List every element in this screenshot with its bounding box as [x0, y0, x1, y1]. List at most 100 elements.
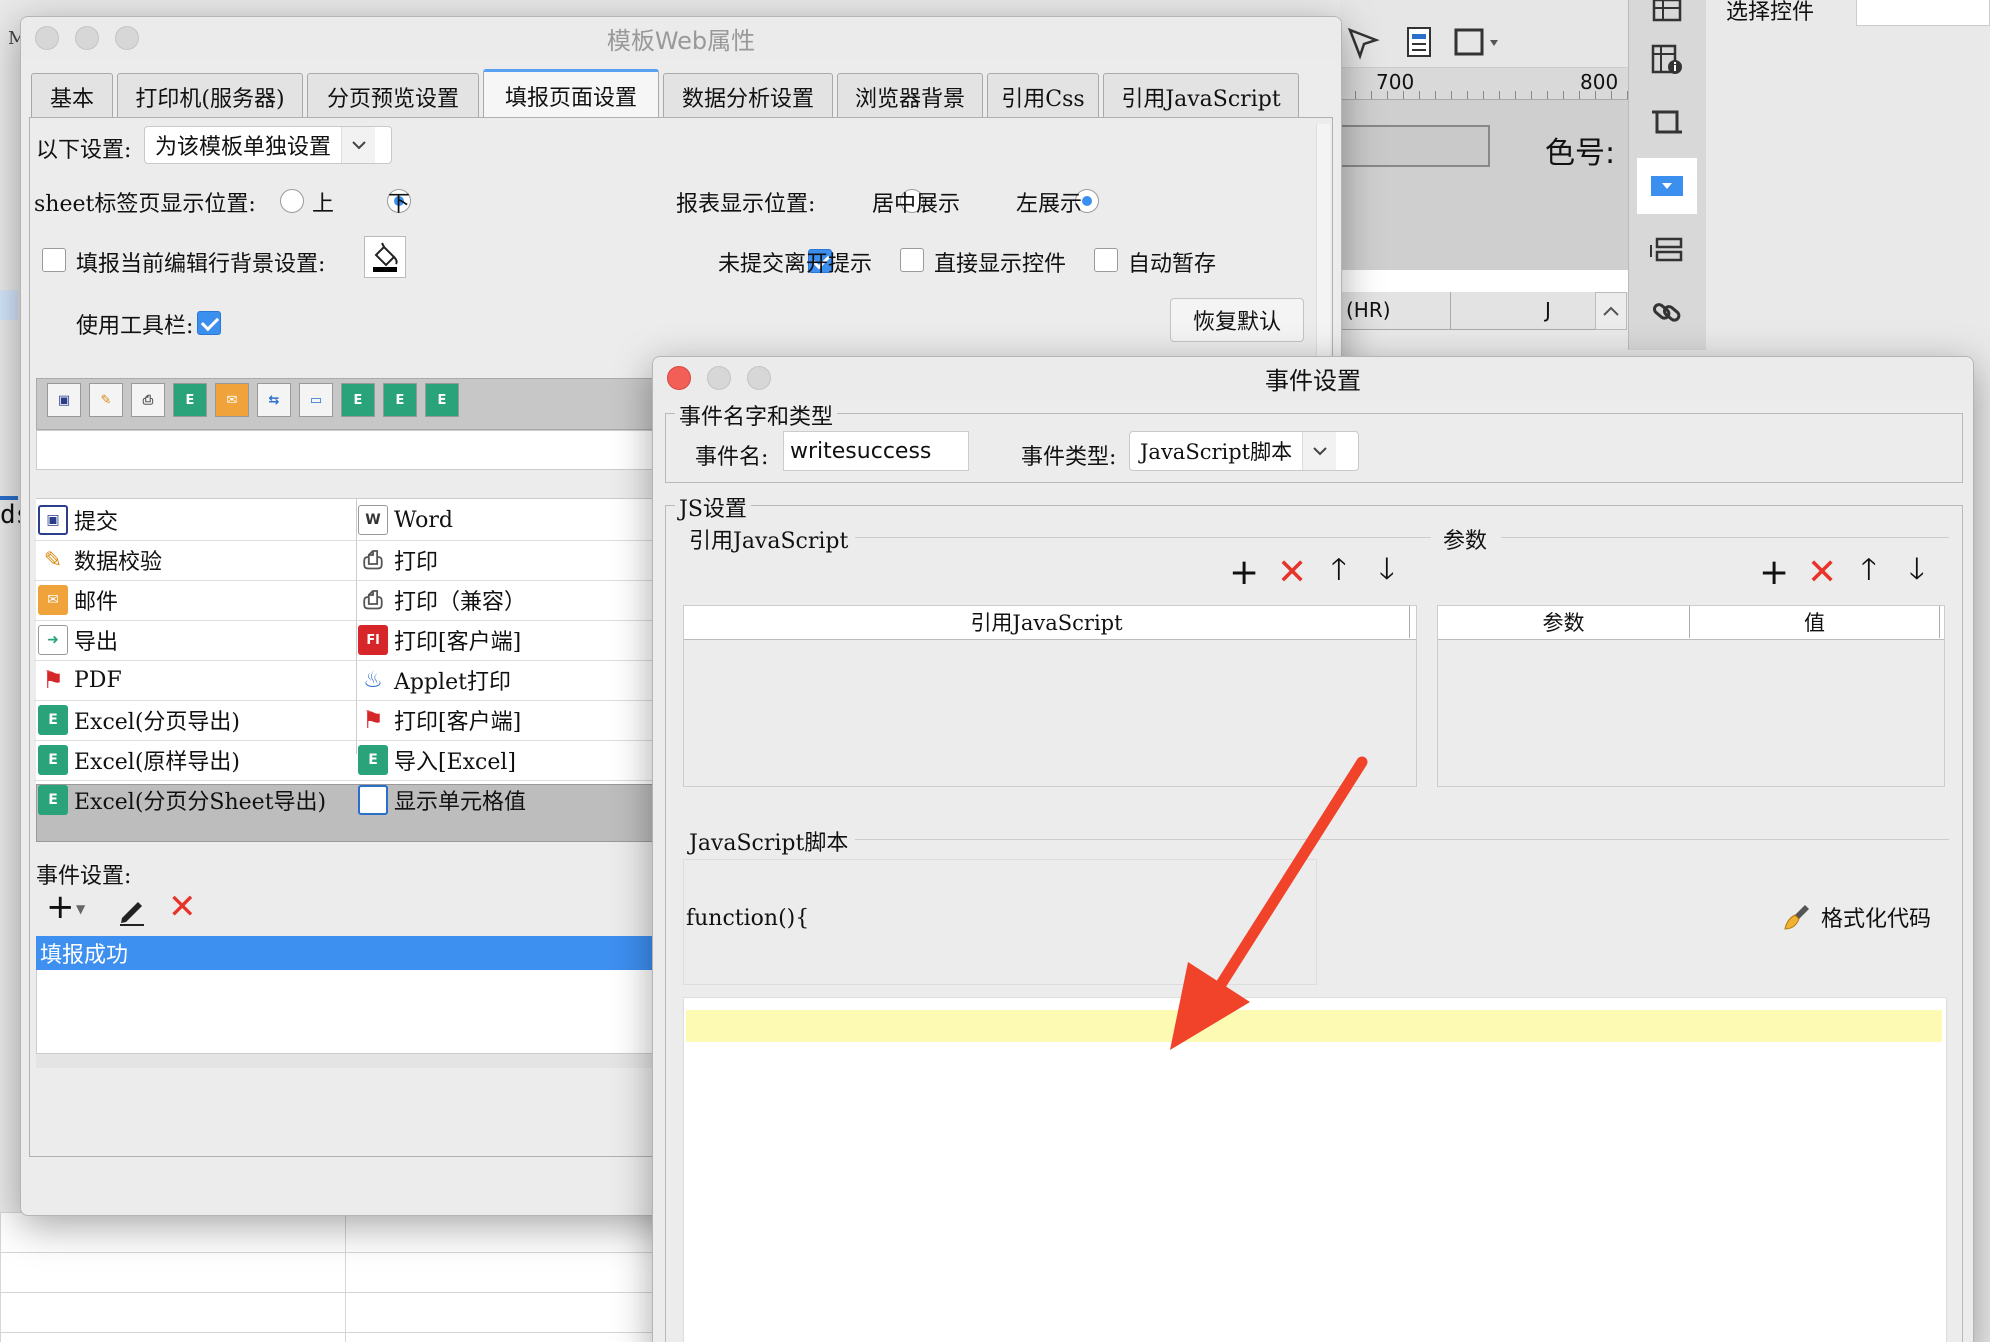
web-properties-titlebar: 模板Web属性 — [21, 17, 1341, 59]
close-button[interactable] — [35, 26, 59, 50]
add-param-button[interactable]: + — [1759, 555, 1789, 591]
pointer-tool-icon[interactable] — [1346, 26, 1380, 60]
tab-data-analysis[interactable]: 数据分析设置 — [663, 73, 833, 119]
toolbox-item-dropdown[interactable] — [1637, 158, 1697, 214]
script-label-underline — [855, 839, 1949, 840]
edit-event-icon[interactable] — [116, 894, 148, 926]
button-item-applet-print[interactable]: ♨ Applet打印 — [354, 664, 511, 696]
button-item-submit[interactable]: ▣ 提交 — [34, 504, 118, 536]
flash-print-icon: Fl — [358, 625, 388, 655]
select-widget-input[interactable] — [1856, 0, 1990, 26]
autosave-checkbox[interactable] — [1094, 248, 1118, 272]
column-hr-label: (HR) — [1346, 298, 1391, 322]
tab-label: 浏览器背景 — [854, 86, 965, 112]
left-edge-blue-strip — [0, 290, 18, 320]
button-item-label: Word — [394, 507, 453, 533]
button-item-excel-paged[interactable]: E Excel(分页导出) — [34, 704, 240, 736]
move-down-param-button[interactable]: 🡓 — [1909, 555, 1925, 585]
table-icon — [1652, 0, 1682, 22]
design-canvas[interactable]: 色号: — [1340, 100, 1630, 270]
export-icon: ➜ — [38, 625, 68, 655]
event-type-select[interactable]: JavaScript脚本 — [1129, 431, 1359, 471]
button-item-validate[interactable]: ✎ 数据校验 — [34, 544, 162, 576]
toolbox-item-frame[interactable] — [1637, 94, 1697, 150]
excel-icon[interactable]: E — [341, 383, 375, 417]
button-item-excel-original[interactable]: E Excel(原样导出) — [34, 744, 240, 776]
move-down-ref-js-button[interactable]: 🡓 — [1379, 555, 1395, 585]
button-item-print-client-flash[interactable]: Fl 打印[客户端] — [354, 624, 521, 656]
format-code-button[interactable]: 格式化代码 — [1783, 901, 1931, 933]
zoom-button[interactable] — [747, 366, 771, 390]
sheet-pos-top-radio[interactable] — [280, 189, 304, 213]
spreadsheet-grid[interactable] — [0, 1212, 670, 1342]
tab-page-preview[interactable]: 分页预览设置 — [307, 73, 479, 119]
excel-icon[interactable]: E — [425, 383, 459, 417]
button-item-print-client-pdf[interactable]: ⚑ 打印[客户端] — [354, 704, 521, 736]
event-name-input[interactable]: writesuccess — [783, 431, 969, 471]
value-column[interactable]: 值 — [1690, 606, 1940, 638]
scroll-up-button[interactable] — [1595, 292, 1627, 330]
show-widget-checkbox[interactable] — [900, 248, 924, 272]
frame-tool-icon[interactable] — [1452, 24, 1502, 60]
toolbox-item-list[interactable] — [1637, 222, 1697, 278]
button-item-excel-sheet[interactable]: E Excel(分页分Sheet导出) — [34, 784, 326, 816]
excel-icon: E — [38, 705, 68, 735]
row-background-checkbox[interactable] — [42, 248, 66, 272]
button-item-print[interactable]: ⎙ 打印 — [354, 544, 438, 576]
sheet-tab-position-label: sheet标签页显示位置: — [34, 192, 256, 217]
excel-icon[interactable]: E — [383, 383, 417, 417]
button-item-show-cell-value[interactable]: 显示单元格值 — [354, 784, 526, 816]
delete-ref-js-button[interactable]: ✕ — [1277, 555, 1307, 591]
print-icon[interactable]: ⎙ — [131, 383, 165, 417]
format-code-label: 格式化代码 — [1821, 907, 1932, 932]
left-edge-selection-bar — [0, 496, 18, 500]
event-dialog-titlebar: 事件设置 — [653, 357, 1973, 399]
param-column[interactable]: 参数 — [1438, 606, 1690, 638]
cell-value-icon[interactable]: ▭ — [299, 383, 333, 417]
dropdown-widget-icon — [1651, 176, 1683, 196]
export-icon[interactable]: ⇆ — [257, 383, 291, 417]
minimize-button[interactable] — [707, 366, 731, 390]
settings-scope-select[interactable]: 为该模板单独设置 — [144, 126, 392, 164]
save-icon[interactable]: ▣ — [47, 383, 81, 417]
add-ref-js-button[interactable]: + — [1229, 555, 1259, 591]
button-item-pdf[interactable]: ⚑ PDF — [34, 664, 122, 696]
move-up-ref-js-button[interactable]: 🡑 — [1331, 555, 1347, 585]
toolbox-item-link[interactable] — [1637, 284, 1697, 340]
excel-icon: E — [38, 785, 68, 815]
tab-printer-server[interactable]: 打印机(服务器) — [117, 73, 303, 119]
excel-icon[interactable]: E — [173, 383, 207, 417]
add-event-button[interactable]: + — [46, 890, 75, 924]
row-separator — [34, 580, 654, 581]
use-toolbar-checkbox[interactable] — [197, 311, 221, 335]
button-item-print-compatible[interactable]: ⎙ 打印（兼容） — [354, 584, 526, 616]
tab-ref-javascript[interactable]: 引用JavaScript — [1103, 73, 1299, 119]
horizontal-ruler: 700 800 — [1340, 68, 1630, 100]
ref-javascript-column[interactable]: 引用JavaScript — [684, 606, 1410, 638]
button-item-email[interactable]: ✉ 邮件 — [34, 584, 118, 616]
button-item-word[interactable]: W Word — [354, 504, 453, 536]
mail-icon[interactable]: ✉ — [215, 383, 249, 417]
button-item-label: 显示单元格值 — [394, 790, 527, 815]
tab-fill-page-settings[interactable]: 填报页面设置 — [483, 69, 659, 119]
move-up-param-button[interactable]: 🡑 — [1861, 555, 1877, 585]
row-background-color-button[interactable] — [364, 236, 406, 278]
toolbox-item-report-info[interactable] — [1637, 32, 1697, 88]
restore-default-button[interactable]: 恢复默认 — [1170, 298, 1304, 342]
close-button[interactable] — [667, 366, 691, 390]
delete-param-button[interactable]: ✕ — [1807, 555, 1837, 591]
ref-javascript-header: 引用JavaScript — [684, 606, 1416, 640]
java-icon: ♨ — [358, 665, 388, 695]
button-item-export[interactable]: ➜ 导出 — [34, 624, 118, 656]
excel-icon: E — [38, 745, 68, 775]
tab-browser-background[interactable]: 浏览器背景 — [837, 73, 983, 119]
delete-event-button[interactable]: ✕ — [168, 890, 197, 924]
tab-ref-css[interactable]: 引用Css — [987, 73, 1099, 119]
zoom-button[interactable] — [115, 26, 139, 50]
validate-icon[interactable]: ✎ — [89, 383, 123, 417]
tab-basic[interactable]: 基本 — [31, 73, 113, 119]
form-tool-icon[interactable] — [1404, 26, 1434, 58]
minimize-button[interactable] — [75, 26, 99, 50]
cell-value-icon — [358, 785, 388, 815]
button-item-import-excel[interactable]: E 导入[Excel] — [354, 744, 516, 776]
